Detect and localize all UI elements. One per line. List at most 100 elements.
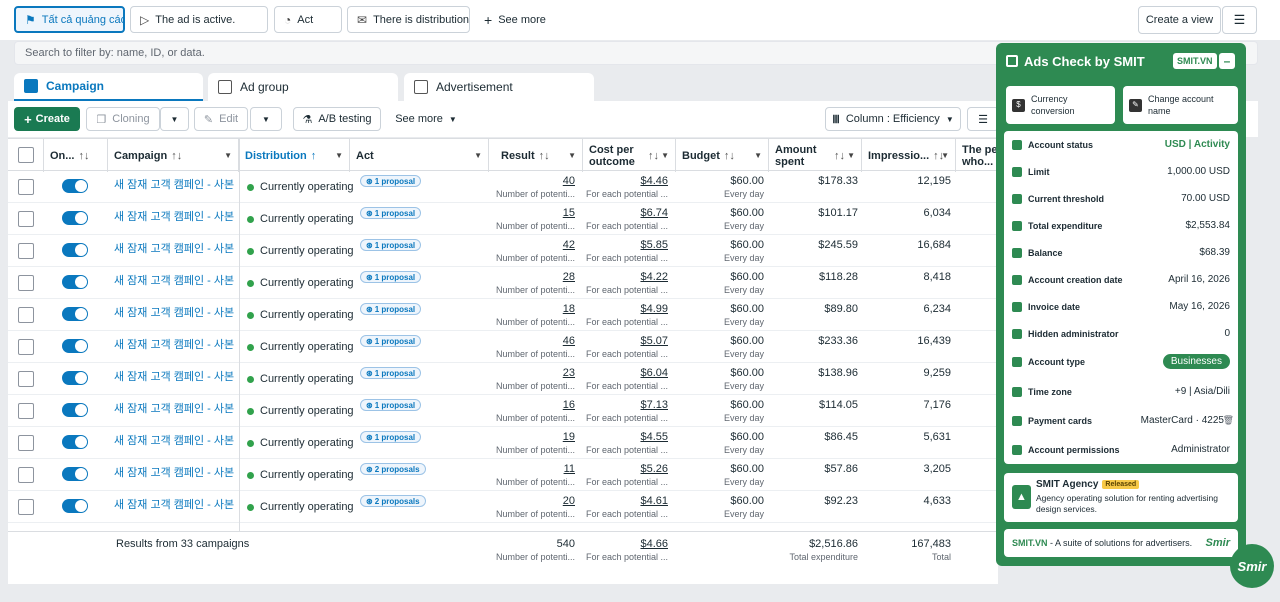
cloning-dropdown-button[interactable]: ▼	[160, 107, 189, 131]
cost-value[interactable]: $4.99	[583, 303, 668, 315]
create-button[interactable]: + Create	[14, 107, 80, 131]
cost-value[interactable]: $6.74	[583, 207, 668, 219]
campaign-toggle[interactable]	[62, 179, 88, 193]
campaign-toggle[interactable]	[62, 243, 88, 257]
select-all-checkbox[interactable]	[18, 147, 34, 163]
result-value[interactable]: 28	[489, 271, 575, 283]
campaign-toggle[interactable]	[62, 467, 88, 481]
tab-advertisement[interactable]: Advertisement	[404, 73, 594, 101]
filter-chip-act[interactable]: ◔ Act	[274, 6, 342, 33]
filter-chip-ad-active[interactable]: ▷ The ad is active.	[130, 6, 268, 33]
campaign-toggle[interactable]	[62, 403, 88, 417]
result-value[interactable]: 40	[489, 175, 575, 187]
proposal-badge[interactable]: ⊛ 2 proposals	[360, 495, 426, 507]
table-row[interactable]: 새 잠재 고객 캠페인 - 사본 Currently operating ⊛ 1 …	[8, 171, 998, 203]
col-act[interactable]: Act ▼	[350, 139, 489, 172]
budget-value[interactable]: $60.00	[676, 495, 764, 507]
see-more-filters-button[interactable]: + See more	[484, 6, 546, 33]
row-checkbox[interactable]	[18, 467, 34, 483]
row-checkbox[interactable]	[18, 371, 34, 387]
col-campaign[interactable]: Campaign ↑↓ ▼	[108, 139, 239, 172]
proposal-badge[interactable]: ⊛ 1 proposal	[360, 303, 422, 315]
proposal-badge[interactable]: ⊛ 1 proposal	[360, 335, 422, 347]
proposal-badge[interactable]: ⊛ 1 proposal	[360, 271, 422, 283]
col-amount-spent[interactable]: Amount spent ↑↓ ▼	[769, 139, 862, 172]
currency-conversion-button[interactable]: $ Currency conversion	[1006, 86, 1115, 124]
campaign-name-link[interactable]: 새 잠재 고객 캠페인 - 사본	[114, 464, 234, 480]
minimize-button[interactable]: –	[1219, 53, 1235, 69]
budget-value[interactable]: $60.00	[676, 399, 764, 411]
row-checkbox[interactable]	[18, 307, 34, 323]
budget-value[interactable]: $60.00	[676, 271, 764, 283]
budget-value[interactable]: $60.00	[676, 239, 764, 251]
campaign-name-link[interactable]: 새 잠재 고객 캠페인 - 사본	[114, 368, 234, 384]
result-value[interactable]: 42	[489, 239, 575, 251]
tab-ad-group[interactable]: Ad group	[208, 73, 398, 101]
budget-value[interactable]: $60.00	[676, 367, 764, 379]
proposal-badge[interactable]: ⊛ 1 proposal	[360, 367, 422, 379]
col-reach[interactable]: The per who...	[956, 139, 998, 172]
col-budget[interactable]: Budget ↑↓ ▼	[676, 139, 769, 172]
campaign-name-link[interactable]: 새 잠재 고객 캠페인 - 사본	[114, 400, 234, 416]
result-value[interactable]: 23	[489, 367, 575, 379]
cost-value[interactable]: $5.26	[583, 463, 668, 475]
cost-value[interactable]: $4.22	[583, 271, 668, 283]
proposal-badge[interactable]: ⊛ 1 proposal	[360, 431, 422, 443]
cost-value[interactable]: $7.13	[583, 399, 668, 411]
budget-value[interactable]: $60.00	[676, 175, 764, 187]
result-value[interactable]: 19	[489, 431, 575, 443]
result-value[interactable]: 16	[489, 399, 575, 411]
budget-value[interactable]: $60.00	[676, 335, 764, 347]
table-row[interactable]: 새 잠재 고객 캠페인 - 사본 Currently operating ⊛ 1 …	[8, 203, 998, 235]
edit-button[interactable]: ✎ Edit	[194, 107, 248, 131]
trash-icon[interactable]: 🗑	[1223, 415, 1234, 426]
breakdown-button[interactable]: ☰	[967, 107, 999, 131]
campaign-toggle[interactable]	[62, 339, 88, 353]
row-checkbox[interactable]	[18, 179, 34, 195]
filter-chip-distribution[interactable]: ✉ There is distribution	[347, 6, 470, 33]
table-row[interactable]: 새 잠재 고객 캠페인 - 사본 Currently operating ⊛ 1 …	[8, 395, 998, 427]
col-result[interactable]: Result ↑↓ ▼	[489, 139, 583, 172]
cost-value[interactable]: $4.61	[583, 495, 668, 507]
campaign-toggle[interactable]	[62, 275, 88, 289]
create-view-button[interactable]: Create a view	[1138, 6, 1221, 34]
campaign-toggle[interactable]	[62, 211, 88, 225]
table-row[interactable]: 새 잠재 고객 캠페인 - 사본 Currently operating ⊛ 1 …	[8, 267, 998, 299]
result-value[interactable]: 15	[489, 207, 575, 219]
proposal-badge[interactable]: ⊛ 1 proposal	[360, 175, 422, 187]
campaign-toggle[interactable]	[62, 499, 88, 513]
filter-chip-all-ads[interactable]: ⚑ Tất cả quảng cáo	[14, 6, 125, 33]
budget-value[interactable]: $60.00	[676, 463, 764, 475]
select-all-header[interactable]	[8, 139, 44, 172]
col-on-off[interactable]: On... ↑↓	[44, 139, 108, 172]
cost-value[interactable]: $6.04	[583, 367, 668, 379]
cost-value[interactable]: $4.55	[583, 431, 668, 443]
footer-cost[interactable]: $4.66	[583, 538, 668, 550]
table-row[interactable]: 새 잠재 고객 캠페인 - 사본 Currently operating ⊛ 2 …	[8, 459, 998, 491]
table-row[interactable]: 새 잠재 고객 캠페인 - 사본 Currently operating ⊛ 2 …	[8, 491, 998, 523]
budget-value[interactable]: $60.00	[676, 303, 764, 315]
smit-suite-link[interactable]: SMIT.VN - A suite of solutions for adver…	[1004, 529, 1238, 557]
campaign-toggle[interactable]	[62, 371, 88, 385]
row-checkbox[interactable]	[18, 243, 34, 259]
proposal-badge[interactable]: ⊛ 1 proposal	[360, 239, 422, 251]
campaign-name-link[interactable]: 새 잠재 고객 캠페인 - 사본	[114, 496, 234, 512]
result-value[interactable]: 11	[489, 463, 575, 475]
campaign-toggle[interactable]	[62, 435, 88, 449]
result-value[interactable]: 18	[489, 303, 575, 315]
tab-campaign[interactable]: Campaign	[14, 73, 203, 101]
budget-value[interactable]: $60.00	[676, 431, 764, 443]
result-value[interactable]: 20	[489, 495, 575, 507]
row-checkbox[interactable]	[18, 403, 34, 419]
table-row[interactable]: 새 잠재 고객 캠페인 - 사본 Currently operating ⊛ 1 …	[8, 363, 998, 395]
settings-sliders-button[interactable]: ☰	[1222, 6, 1257, 34]
row-checkbox[interactable]	[18, 339, 34, 355]
campaign-name-link[interactable]: 새 잠재 고객 캠페인 - 사본	[114, 336, 234, 352]
edit-dropdown-button[interactable]: ▼	[250, 107, 282, 131]
row-checkbox[interactable]	[18, 275, 34, 291]
campaign-name-link[interactable]: 새 잠재 고객 캠페인 - 사본	[114, 272, 234, 288]
cost-value[interactable]: $5.07	[583, 335, 668, 347]
campaign-name-link[interactable]: 새 잠재 고객 캠페인 - 사본	[114, 208, 234, 224]
proposal-badge[interactable]: ⊛ 1 proposal	[360, 207, 422, 219]
ab-testing-button[interactable]: ⚗ A/B testing	[293, 107, 381, 131]
